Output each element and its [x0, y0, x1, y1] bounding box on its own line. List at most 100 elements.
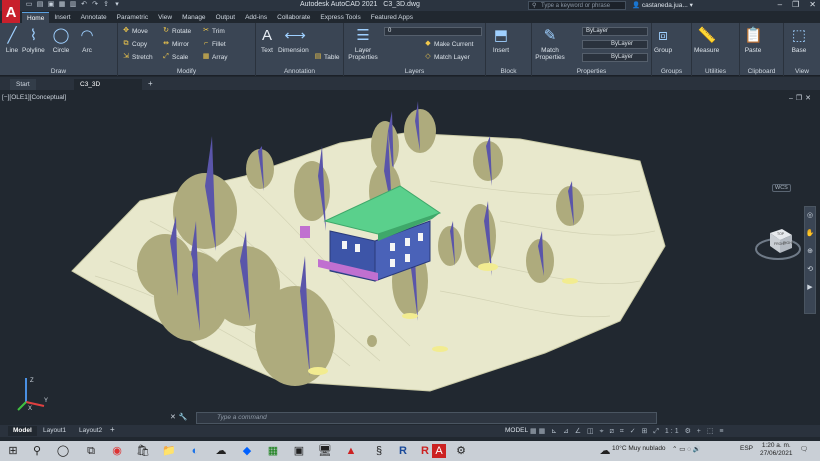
new-icon[interactable]: ▭	[25, 1, 33, 9]
measure-button[interactable]: 📏 Measure	[694, 27, 719, 54]
table-button[interactable]: ▤ Table	[314, 53, 340, 61]
undo-icon[interactable]: ↶	[80, 1, 88, 9]
tab-express-tools[interactable]: Express Tools	[315, 12, 365, 23]
array-button[interactable]: ▦ Array	[202, 53, 228, 61]
acrobat-icon[interactable]: ▲	[344, 444, 358, 458]
tab-add-ins[interactable]: Add-ins	[240, 12, 272, 23]
revit-icon[interactable]: R	[396, 444, 410, 458]
search-taskbar-icon[interactable]: ⚲	[30, 444, 44, 458]
wcs-menu[interactable]: WCS	[772, 184, 791, 192]
tab-view[interactable]: View	[153, 12, 177, 23]
tab-featured-apps[interactable]: Featured Apps	[366, 12, 418, 23]
photos-icon[interactable]: ▣	[292, 444, 306, 458]
dimension-button[interactable]: ⟷ Dimension	[278, 27, 309, 54]
circle-button[interactable]: ◯ Circle	[52, 27, 70, 54]
match-layer-button[interactable]: ◇ Match Layer	[424, 53, 469, 61]
input-language[interactable]: ESP	[740, 445, 753, 452]
color-dropdown[interactable]: ByLayer	[582, 27, 648, 36]
plot-icon[interactable]: ▥	[69, 1, 77, 9]
open-icon[interactable]: ▤	[36, 1, 44, 9]
task-view-icon[interactable]: ◯	[56, 444, 70, 458]
layout-tab-model[interactable]: Model	[8, 426, 37, 436]
base-button[interactable]: ⬚ Base	[790, 27, 808, 54]
paste-button[interactable]: 📋 Paste	[744, 27, 763, 54]
command-line-buttons[interactable]: ✕🔧	[170, 413, 191, 421]
copy-button[interactable]: ⧉ Copy	[122, 40, 148, 48]
computer-icon[interactable]: 🖥	[318, 444, 332, 458]
weather-text[interactable]: 10°C Muy nublado	[612, 445, 666, 452]
zoom-extents-icon[interactable]: ⊕	[805, 243, 815, 261]
tab-manage[interactable]: Manage	[177, 12, 211, 23]
polyline-button[interactable]: ⌇ Polyline	[22, 27, 45, 54]
file-explorer-icon[interactable]: 📁	[162, 444, 176, 458]
onedrive-icon[interactable]: ☁	[214, 444, 228, 458]
orbit-icon[interactable]: ⟲	[805, 261, 815, 279]
stretch-button[interactable]: ⇲ Stretch	[122, 53, 153, 61]
layout-tab-layout1[interactable]: Layout1	[38, 426, 71, 436]
user-account[interactable]: 👤 castaneda.jua... ▾	[632, 1, 693, 9]
text-button[interactable]: A Text	[258, 27, 276, 54]
model-space-toggle[interactable]: MODEL	[505, 427, 528, 434]
block-panel-title[interactable]: Block	[486, 68, 531, 75]
close-icon[interactable]: ✕	[809, 0, 816, 9]
file-tab-c3-3d[interactable]: C3_3D	[74, 79, 142, 90]
tray-icons[interactable]: ⌃ ▭ ◌ 🔊	[672, 445, 701, 453]
move-button[interactable]: ✥ Move	[122, 27, 148, 35]
rotate-button[interactable]: ↻ Rotate	[162, 27, 191, 35]
status-bar-toggles[interactable]: ▦▦ ⊾ ⊿ ∠ ◫ ⌖ ⧄ ⌗ ✓ ⊞ ⤢ 1:1 ⚙ + ⬚ ≡	[530, 427, 725, 436]
showmotion-icon[interactable]: ▶	[805, 279, 815, 297]
excel-icon[interactable]: ▦	[266, 444, 280, 458]
view-cube[interactable]: FRONT RIGHT TOP	[754, 219, 802, 267]
pan-icon[interactable]: ✋	[805, 225, 815, 243]
save-icon[interactable]: ▣	[47, 1, 55, 9]
scale-button[interactable]: ⤢ Scale	[162, 53, 188, 61]
new-tab-icon[interactable]: +	[148, 79, 153, 88]
minimize-icon[interactable]: –	[778, 0, 782, 9]
settings-taskbar-icon[interactable]: ⚙	[454, 444, 468, 458]
search-input[interactable]: ⚲ Type a keyword or phrase	[528, 1, 626, 10]
draw-panel-title[interactable]: Draw	[0, 68, 117, 75]
clock[interactable]: 1:20 a. m. 27/06/2021	[760, 442, 793, 458]
arc-button[interactable]: ◠ Arc	[78, 27, 96, 54]
make-current-button[interactable]: ◆ Make Current	[424, 40, 473, 48]
command-input[interactable]: Type a command	[196, 412, 657, 424]
share-icon[interactable]: ⇪	[102, 1, 110, 9]
customize-icon[interactable]: ▾	[113, 1, 121, 9]
line-button[interactable]: ╱ Line	[3, 27, 21, 54]
restore-icon[interactable]: ❐	[792, 0, 799, 9]
dropbox-icon[interactable]: ◆	[240, 444, 254, 458]
tab-collaborate[interactable]: Collaborate	[272, 12, 315, 23]
tab-output[interactable]: Output	[211, 12, 241, 23]
utilities-panel-title[interactable]: Utilities	[692, 68, 739, 75]
annotation-panel-title[interactable]: Annotation	[256, 68, 343, 75]
mirror-button[interactable]: ⇹ Mirror	[162, 40, 189, 48]
modify-panel-title[interactable]: Modify	[118, 68, 255, 75]
tab-insert[interactable]: Insert	[49, 12, 75, 23]
match-properties-button[interactable]: ✎ Match Properties	[534, 27, 566, 61]
view-panel-title[interactable]: View	[784, 68, 820, 75]
revit-2-icon[interactable]: R	[418, 444, 432, 458]
tab-home[interactable]: Home	[22, 12, 50, 23]
task-switch-icon[interactable]: ⧉	[84, 444, 98, 458]
groups-panel-title[interactable]: Groups	[652, 68, 691, 75]
linetype-dropdown[interactable]: ByLayer	[582, 40, 648, 49]
properties-panel-title[interactable]: Properties	[532, 68, 651, 75]
store-icon[interactable]: 🛍	[136, 444, 150, 458]
redo-icon[interactable]: ↷	[91, 1, 99, 9]
tab-parametric[interactable]: Parametric	[112, 12, 153, 23]
layer-properties-button[interactable]: ☰ Layer Properties	[346, 27, 380, 61]
trim-button[interactable]: ✂ Trim	[202, 27, 225, 35]
lineweight-dropdown[interactable]: ByLayer	[582, 53, 648, 62]
fillet-button[interactable]: ⌐ Fillet	[202, 40, 226, 48]
autocad-taskbar-icon[interactable]: A	[432, 444, 446, 458]
add-layout-icon[interactable]: +	[110, 425, 115, 434]
layer-dropdown[interactable]: 0	[384, 27, 482, 36]
edge-icon[interactable]: ◐	[188, 444, 202, 458]
layout-tab-layout2[interactable]: Layout2	[74, 426, 107, 436]
drawing-viewport[interactable]: [−][OLE1][Conceptual] –❐✕ FRONT RIGHT TO…	[0, 91, 820, 412]
start-icon[interactable]: ⊞	[6, 444, 20, 458]
tab-annotate[interactable]: Annotate	[76, 12, 112, 23]
file-tab-start[interactable]: Start	[10, 79, 36, 90]
chrome-icon[interactable]: ◉	[110, 444, 124, 458]
steering-wheel-icon[interactable]: ◎	[805, 207, 815, 225]
